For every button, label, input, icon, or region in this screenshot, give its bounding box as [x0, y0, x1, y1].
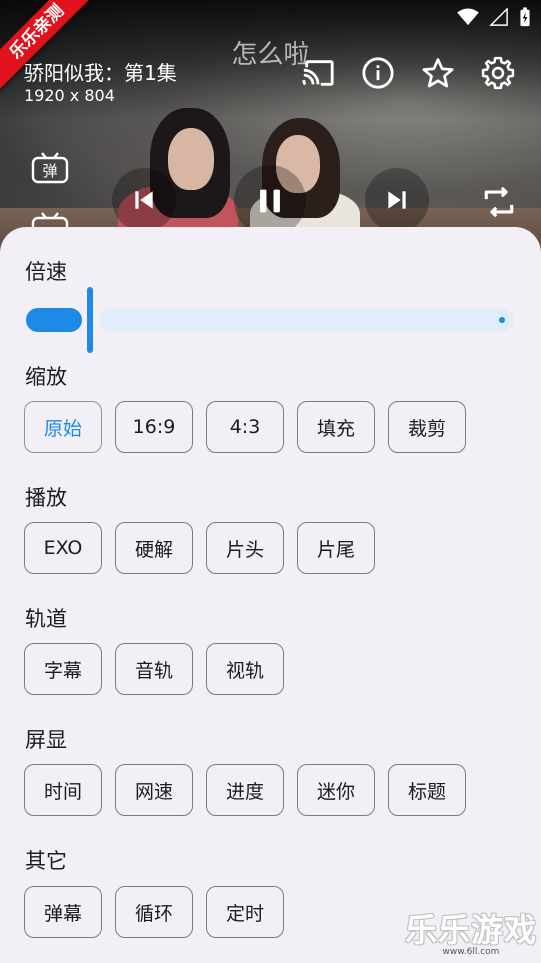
- info-icon: [362, 57, 394, 89]
- settings-button[interactable]: [479, 54, 517, 92]
- track-option-chip[interactable]: 字幕: [24, 643, 102, 695]
- rotate-button[interactable]: [480, 183, 518, 221]
- display-section-label: 屏显: [25, 728, 67, 752]
- video-person-left-face: [168, 128, 214, 190]
- scale-option-chip[interactable]: 4:3: [206, 401, 284, 453]
- other-option-chip[interactable]: 定时: [206, 886, 284, 938]
- track-option-chip[interactable]: 视轨: [206, 643, 284, 695]
- danmaku-toggle-button[interactable]: 弹: [30, 152, 70, 192]
- other-section-label: 其它: [25, 849, 67, 873]
- play-option-chip[interactable]: 片尾: [297, 522, 375, 574]
- skip-next-icon: [388, 191, 406, 209]
- danmaku-icon-label: 弹: [42, 162, 57, 180]
- watermark-text: 乐乐游戏: [404, 911, 537, 949]
- display-option-chip[interactable]: 网速: [115, 764, 193, 816]
- track-section-label: 轨道: [25, 607, 67, 631]
- video-player[interactable]: 乐乐亲测 怎么啦 骄阳似我：第1集 1920 x 804 弹: [0, 0, 541, 250]
- screen-rotate-icon: [484, 186, 514, 218]
- play-option-chip[interactable]: 片头: [206, 522, 284, 574]
- pause-icon: [260, 189, 280, 213]
- wifi-icon: [457, 8, 479, 26]
- display-option-chip[interactable]: 进度: [206, 764, 284, 816]
- danmaku-icon: 弹: [31, 152, 69, 184]
- display-option-chip[interactable]: 时间: [24, 764, 102, 816]
- display-options: 时间 网速 进度 迷你 标题: [24, 764, 466, 816]
- gear-icon: [481, 56, 515, 90]
- other-option-chip[interactable]: 循环: [115, 886, 193, 938]
- scale-option-chip[interactable]: 16:9: [115, 401, 193, 453]
- play-options: EXO 硬解 片头 片尾: [24, 522, 375, 574]
- battery-icon: [520, 7, 530, 27]
- track-options: 字幕 音轨 视轨: [24, 643, 284, 695]
- track-option-chip[interactable]: 音轨: [115, 643, 193, 695]
- cast-icon: [302, 60, 334, 86]
- watermark-url: www.6ll.com: [442, 947, 500, 957]
- status-bar: [457, 6, 531, 28]
- scale-section-label: 缩放: [25, 365, 67, 389]
- speed-section-label: 倍速: [25, 260, 67, 284]
- skip-previous-icon: [135, 191, 153, 209]
- cast-button[interactable]: [299, 54, 337, 92]
- speed-slider-fill: [26, 308, 82, 332]
- scale-option-chip[interactable]: 原始: [24, 401, 102, 453]
- play-section-label: 播放: [25, 486, 67, 510]
- star-icon: [422, 58, 454, 88]
- speed-slider-track[interactable]: [100, 308, 514, 332]
- signal-icon: [489, 8, 508, 26]
- display-option-chip[interactable]: 标题: [388, 764, 466, 816]
- info-button[interactable]: [359, 54, 397, 92]
- display-option-chip[interactable]: 迷你: [297, 764, 375, 816]
- episode-title: 骄阳似我：第1集: [24, 61, 177, 85]
- scale-option-chip[interactable]: 裁剪: [388, 401, 466, 453]
- settings-sheet: 倍速 缩放原始 16:9 4:3 填充 裁剪播放 EXO 硬解 片头 片尾轨道字幕 音轨 视轨屏显时…: [0, 227, 541, 963]
- speed-slider-handle[interactable]: [87, 287, 93, 353]
- other-options: 弹幕 循环 定时: [24, 886, 284, 938]
- play-option-chip[interactable]: EXO: [24, 522, 102, 574]
- favorite-button[interactable]: [419, 54, 457, 92]
- other-option-chip[interactable]: 弹幕: [24, 886, 102, 938]
- next-button[interactable]: [365, 168, 429, 232]
- previous-button[interactable]: [112, 168, 176, 232]
- resolution-label: 1920 x 804: [24, 86, 115, 105]
- play-option-chip[interactable]: 硬解: [115, 522, 193, 574]
- speed-slider-end-dot: [499, 317, 505, 323]
- scale-options: 原始 16:9 4:3 填充 裁剪: [24, 401, 466, 453]
- scale-option-chip[interactable]: 填充: [297, 401, 375, 453]
- site-watermark: 乐乐游戏 www.6ll.com: [405, 914, 537, 957]
